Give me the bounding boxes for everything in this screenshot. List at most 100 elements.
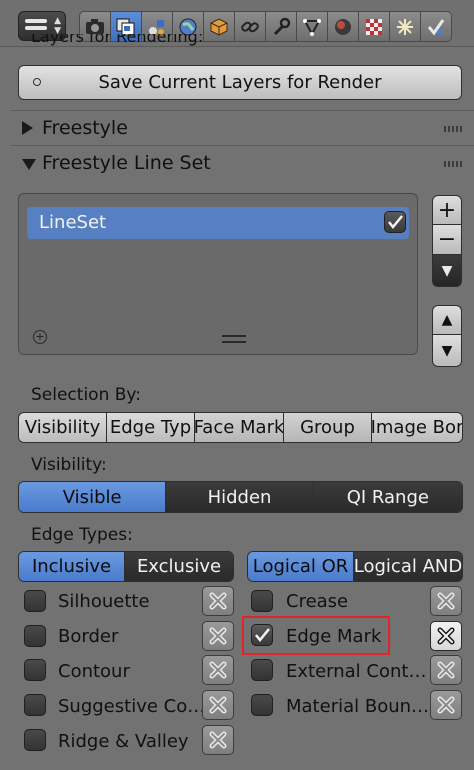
material-boundary-exclude-button[interactable] [430, 690, 462, 720]
tab-modifiers[interactable] [265, 11, 297, 42]
chevron-down-icon: ▼ [441, 342, 453, 359]
crease-exclude-button[interactable] [430, 586, 462, 616]
silhouette-exclude-button[interactable] [202, 586, 234, 616]
tab-particles[interactable] [389, 11, 421, 42]
checkmark-icon [388, 215, 403, 229]
radio-visible[interactable]: Visible [19, 482, 167, 512]
edge-mark-checkbox[interactable] [251, 624, 273, 646]
toggle-image-border[interactable]: Image Bor [372, 413, 462, 442]
save-current-layers-button[interactable]: Save Current Layers for Render [18, 65, 462, 100]
crease-label: Crease [286, 591, 349, 612]
exclude-x-icon [209, 592, 227, 610]
visibility-mode-radio: Visible Hidden QI Range [18, 481, 463, 513]
plus-icon: + [437, 197, 457, 223]
mesh-data-icon [303, 18, 321, 36]
edge-type-mode-radio: Inclusive Exclusive [18, 551, 234, 582]
exclude-x-icon [209, 696, 227, 714]
material-icon [335, 18, 351, 35]
camera-icon [86, 18, 104, 34]
particles-icon [397, 18, 413, 35]
radio-hidden[interactable]: Hidden [166, 482, 314, 512]
minus-icon: − [437, 227, 457, 252]
list-resize-grip-icon[interactable] [222, 335, 246, 343]
contour-exclude-button[interactable] [202, 655, 234, 685]
ridge-valley-exclude-button[interactable] [202, 725, 234, 755]
toggle-group[interactable]: Group [284, 413, 372, 442]
drag-grip-icon[interactable] [444, 126, 462, 132]
ridge-valley-checkbox[interactable] [24, 729, 46, 751]
chevron-up-icon: ▲ [441, 312, 453, 328]
exclude-x-icon [437, 696, 455, 714]
freestyle-panel-header[interactable]: Freestyle [11, 110, 474, 145]
properties-editor-icon [25, 19, 47, 33]
visibility-label: Visibility: [31, 455, 107, 475]
checkmark-icon [255, 628, 270, 642]
move-down-button[interactable]: ▼ [432, 334, 462, 367]
toggle-face-mark[interactable]: Face Mark [195, 413, 284, 442]
toggle-edge-types[interactable]: Edge Typ [107, 413, 195, 442]
material-boundary-label: Material Boun… [286, 696, 430, 717]
physics-icon [427, 18, 445, 35]
suggestive-contour-exclude-button[interactable] [202, 690, 234, 720]
selection-by-label: Selection By: [31, 385, 141, 405]
toggle-visibility[interactable]: Visibility [19, 413, 107, 442]
radio-exclusive[interactable]: Exclusive [125, 552, 233, 581]
expand-down-icon [22, 159, 36, 170]
texture-icon [366, 18, 382, 35]
tab-physics[interactable] [420, 11, 452, 42]
selection-by-toggles: Visibility Edge Typ Face Mark Group Imag… [18, 412, 463, 443]
border-label: Border [58, 626, 119, 647]
list-filter-icon[interactable]: + [33, 330, 47, 344]
contour-checkbox[interactable] [24, 659, 46, 681]
lineset-panel-header[interactable]: Freestyle Line Set [11, 145, 474, 180]
radio-logical-or[interactable]: Logical OR [248, 552, 355, 581]
dropdown-arrow-icon: ▼ [441, 262, 453, 279]
tab-constraints[interactable] [234, 11, 266, 42]
suggestive-contour-label: Suggestive Co… [58, 696, 206, 717]
exclude-x-icon [437, 661, 455, 679]
save-current-layers-label: Save Current Layers for Render [98, 72, 382, 93]
tab-material[interactable] [327, 11, 359, 42]
tab-texture[interactable] [358, 11, 390, 42]
material-boundary-checkbox[interactable] [251, 694, 273, 716]
radio-logical-and[interactable]: Logical AND [354, 552, 462, 581]
exclude-x-icon [209, 731, 227, 749]
lineset-list: LineSet + [18, 193, 418, 355]
edge-mark-exclude-button[interactable] [430, 621, 462, 651]
lineset-panel-title: Freestyle Line Set [42, 152, 211, 174]
tab-mesh-data[interactable] [296, 11, 328, 42]
border-exclude-button[interactable] [202, 621, 234, 651]
crease-checkbox[interactable] [251, 590, 273, 612]
lineset-specials-menu-button[interactable]: ▼ [432, 254, 462, 287]
exclude-x-icon [437, 627, 455, 645]
lineset-name: LineSet [39, 212, 107, 233]
silhouette-label: Silhouette [58, 591, 150, 612]
ridge-valley-label: Ridge & Valley [58, 731, 189, 752]
external-contour-checkbox[interactable] [251, 659, 273, 681]
list-item[interactable]: LineSet [27, 207, 409, 239]
constraint-icon [241, 21, 259, 32]
external-contour-exclude-button[interactable] [430, 655, 462, 685]
modifier-wrench-icon [273, 17, 291, 35]
silhouette-checkbox[interactable] [24, 590, 46, 612]
move-up-button[interactable]: ▲ [432, 305, 462, 335]
edge-type-logic-radio: Logical OR Logical AND [247, 551, 463, 582]
tab-object[interactable] [203, 11, 235, 42]
radio-inclusive[interactable]: Inclusive [19, 552, 126, 581]
layers-for-rendering-label: Layers for Rendering: [31, 34, 204, 46]
border-checkbox[interactable] [24, 625, 46, 647]
contour-label: Contour [58, 661, 130, 682]
lineset-enabled-checkbox[interactable] [384, 211, 406, 233]
suggestive-contour-checkbox[interactable] [24, 694, 46, 716]
exclude-x-icon [209, 661, 227, 679]
remove-lineset-button[interactable]: − [432, 224, 462, 255]
chevron-updown-icon: ▲ ▼ [54, 16, 61, 36]
external-contour-label: External Cont… [286, 661, 427, 682]
edge-types-label: Edge Types: [31, 525, 133, 545]
expand-right-icon [22, 121, 33, 135]
exclude-x-icon [437, 592, 455, 610]
add-lineset-button[interactable]: + [432, 195, 462, 225]
drag-grip-icon[interactable] [444, 161, 462, 167]
render-dot-icon [33, 78, 41, 86]
radio-qi-range[interactable]: QI Range [313, 482, 462, 512]
